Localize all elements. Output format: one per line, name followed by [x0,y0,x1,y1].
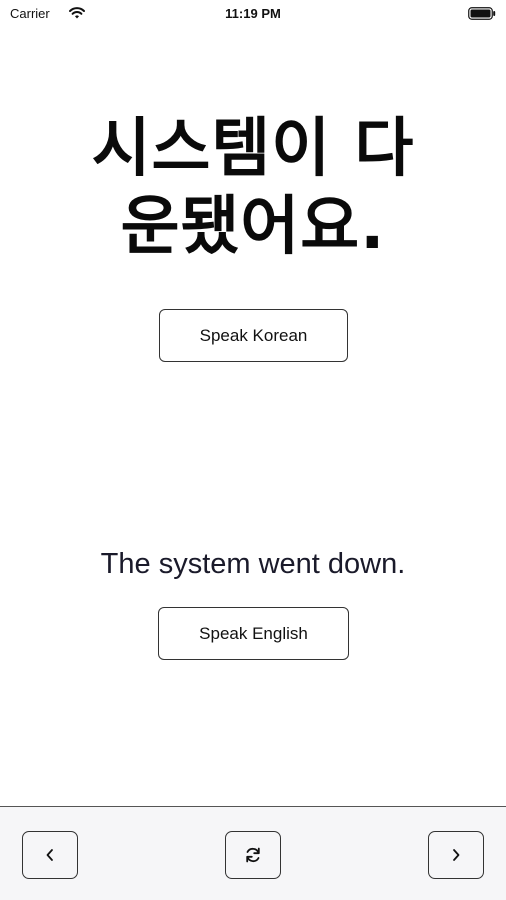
next-button[interactable] [428,831,484,879]
speak-english-button[interactable]: Speak English [158,607,349,660]
chevron-right-icon [453,849,460,861]
status-time: 11:19 PM [225,6,281,21]
korean-phrase-line-2: 운됐어요. [120,190,386,264]
speak-korean-label: Speak Korean [199,325,308,345]
bottom-toolbar [0,806,506,900]
speak-english-label: Speak English [199,623,308,643]
chevron-left-icon [46,849,53,861]
app-screen: Carrier 11:19 PM 시스템이 다 운됐어요. Speak Kore… [0,0,506,900]
korean-phrase: 시스템이 다 운됐어요. [0,110,506,266]
battery-icon [468,7,496,20]
refresh-icon [246,847,260,863]
status-bar: Carrier 11:19 PM [0,0,506,28]
english-translation: The system went down. [100,548,406,580]
previous-button[interactable] [22,831,78,879]
refresh-button[interactable] [225,831,281,879]
speak-korean-button[interactable]: Speak Korean [159,309,348,362]
korean-phrase-line-1: 시스템이 다 [91,112,415,186]
